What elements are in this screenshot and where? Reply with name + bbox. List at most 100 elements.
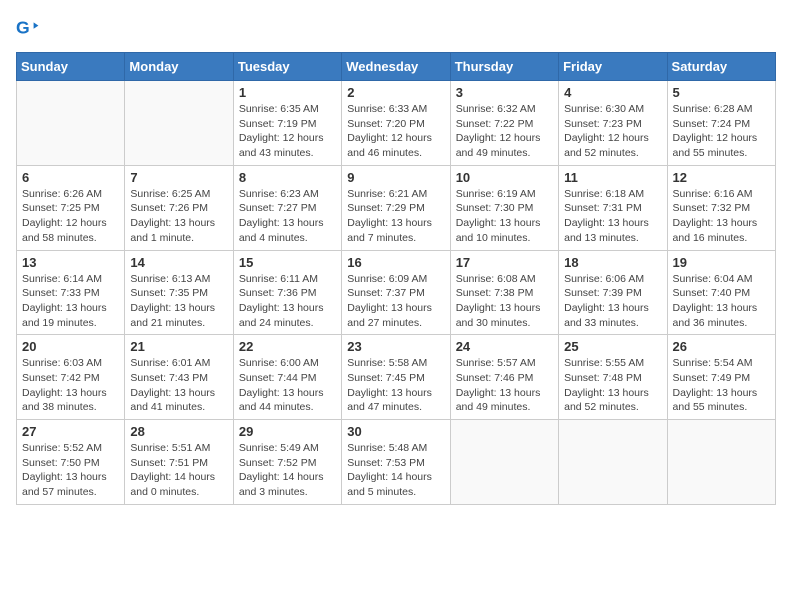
day-info: Sunrise: 5:57 AM Sunset: 7:46 PM Dayligh… bbox=[456, 356, 553, 415]
day-info: Sunrise: 6:25 AM Sunset: 7:26 PM Dayligh… bbox=[130, 187, 227, 246]
week-row-3: 13 Sunrise: 6:14 AM Sunset: 7:33 PM Dayli… bbox=[17, 250, 776, 335]
day-info: Sunrise: 6:00 AM Sunset: 7:44 PM Dayligh… bbox=[239, 356, 336, 415]
day-number: 28 bbox=[130, 424, 227, 439]
day-number: 7 bbox=[130, 170, 227, 185]
day-info: Sunrise: 6:21 AM Sunset: 7:29 PM Dayligh… bbox=[347, 187, 444, 246]
day-cell: 13 Sunrise: 6:14 AM Sunset: 7:33 PM Dayli… bbox=[17, 250, 125, 335]
day-number: 24 bbox=[456, 339, 553, 354]
day-cell bbox=[125, 81, 233, 166]
day-info: Sunrise: 5:55 AM Sunset: 7:48 PM Dayligh… bbox=[564, 356, 661, 415]
day-cell: 19 Sunrise: 6:04 AM Sunset: 7:40 PM Dayli… bbox=[667, 250, 775, 335]
day-info: Sunrise: 6:06 AM Sunset: 7:39 PM Dayligh… bbox=[564, 272, 661, 331]
day-cell: 25 Sunrise: 5:55 AM Sunset: 7:48 PM Dayli… bbox=[559, 335, 667, 420]
weekday-header-tuesday: Tuesday bbox=[233, 53, 341, 81]
day-number: 20 bbox=[22, 339, 119, 354]
svg-text:G: G bbox=[16, 18, 30, 38]
day-number: 11 bbox=[564, 170, 661, 185]
day-number: 22 bbox=[239, 339, 336, 354]
day-number: 8 bbox=[239, 170, 336, 185]
day-cell: 2Sunrise: 6:33 AM Sunset: 7:20 PM Daylig… bbox=[342, 81, 450, 166]
day-number: 3 bbox=[456, 85, 553, 100]
day-cell: 26 Sunrise: 5:54 AM Sunset: 7:49 PM Dayli… bbox=[667, 335, 775, 420]
day-number: 1 bbox=[239, 85, 336, 100]
day-cell: 3 Sunrise: 6:32 AM Sunset: 7:22 PM Daylig… bbox=[450, 81, 558, 166]
day-info: Sunrise: 6:28 AM Sunset: 7:24 PM Dayligh… bbox=[673, 102, 770, 161]
day-info: Sunrise: 6:35 AM Sunset: 7:19 PM Dayligh… bbox=[239, 102, 336, 161]
day-cell: 24 Sunrise: 5:57 AM Sunset: 7:46 PM Dayli… bbox=[450, 335, 558, 420]
day-cell: 15 Sunrise: 6:11 AM Sunset: 7:36 PM Dayli… bbox=[233, 250, 341, 335]
day-cell: 4 Sunrise: 6:30 AM Sunset: 7:23 PM Daylig… bbox=[559, 81, 667, 166]
day-info: Sunrise: 6:11 AM Sunset: 7:36 PM Dayligh… bbox=[239, 272, 336, 331]
day-number: 5 bbox=[673, 85, 770, 100]
day-cell: 9 Sunrise: 6:21 AM Sunset: 7:29 PM Daylig… bbox=[342, 165, 450, 250]
day-number: 19 bbox=[673, 255, 770, 270]
day-cell: 28 Sunrise: 5:51 AM Sunset: 7:51 PM Dayli… bbox=[125, 420, 233, 505]
day-number: 25 bbox=[564, 339, 661, 354]
day-info: Sunrise: 5:48 AM Sunset: 7:53 PM Dayligh… bbox=[347, 441, 444, 500]
day-number: 13 bbox=[22, 255, 119, 270]
day-number: 4 bbox=[564, 85, 661, 100]
day-number: 16 bbox=[347, 255, 444, 270]
day-cell bbox=[450, 420, 558, 505]
day-number: 9 bbox=[347, 170, 444, 185]
day-info: Sunrise: 6:16 AM Sunset: 7:32 PM Dayligh… bbox=[673, 187, 770, 246]
day-info: Sunrise: 6:09 AM Sunset: 7:37 PM Dayligh… bbox=[347, 272, 444, 331]
day-cell: 30 Sunrise: 5:48 AM Sunset: 7:53 PM Dayli… bbox=[342, 420, 450, 505]
day-number: 18 bbox=[564, 255, 661, 270]
day-info: Sunrise: 5:52 AM Sunset: 7:50 PM Dayligh… bbox=[22, 441, 119, 500]
day-cell: 20 Sunrise: 6:03 AM Sunset: 7:42 PM Dayli… bbox=[17, 335, 125, 420]
day-number: 12 bbox=[673, 170, 770, 185]
day-number: 15 bbox=[239, 255, 336, 270]
logo: G bbox=[16, 16, 44, 40]
day-info: Sunrise: 6:32 AM Sunset: 7:22 PM Dayligh… bbox=[456, 102, 553, 161]
weekday-header-wednesday: Wednesday bbox=[342, 53, 450, 81]
day-info: Sunrise: 6:33 AM Sunset: 7:20 PM Dayligh… bbox=[347, 102, 444, 161]
weekday-header-friday: Friday bbox=[559, 53, 667, 81]
day-info: Sunrise: 6:04 AM Sunset: 7:40 PM Dayligh… bbox=[673, 272, 770, 331]
week-row-5: 27 Sunrise: 5:52 AM Sunset: 7:50 PM Dayli… bbox=[17, 420, 776, 505]
day-number: 21 bbox=[130, 339, 227, 354]
day-number: 26 bbox=[673, 339, 770, 354]
day-info: Sunrise: 6:23 AM Sunset: 7:27 PM Dayligh… bbox=[239, 187, 336, 246]
day-cell: 22 Sunrise: 6:00 AM Sunset: 7:44 PM Dayli… bbox=[233, 335, 341, 420]
day-cell: 6Sunrise: 6:26 AM Sunset: 7:25 PM Daylig… bbox=[17, 165, 125, 250]
logo-icon: G bbox=[16, 16, 40, 40]
day-number: 29 bbox=[239, 424, 336, 439]
week-row-1: 1 Sunrise: 6:35 AM Sunset: 7:19 PM Daylig… bbox=[17, 81, 776, 166]
day-cell: 23Sunrise: 5:58 AM Sunset: 7:45 PM Dayli… bbox=[342, 335, 450, 420]
week-row-4: 20 Sunrise: 6:03 AM Sunset: 7:42 PM Dayli… bbox=[17, 335, 776, 420]
weekday-header-thursday: Thursday bbox=[450, 53, 558, 81]
day-cell: 27 Sunrise: 5:52 AM Sunset: 7:50 PM Dayli… bbox=[17, 420, 125, 505]
day-cell bbox=[559, 420, 667, 505]
day-info: Sunrise: 5:51 AM Sunset: 7:51 PM Dayligh… bbox=[130, 441, 227, 500]
day-info: Sunrise: 6:19 AM Sunset: 7:30 PM Dayligh… bbox=[456, 187, 553, 246]
day-info: Sunrise: 6:18 AM Sunset: 7:31 PM Dayligh… bbox=[564, 187, 661, 246]
week-row-2: 6Sunrise: 6:26 AM Sunset: 7:25 PM Daylig… bbox=[17, 165, 776, 250]
day-cell: 11 Sunrise: 6:18 AM Sunset: 7:31 PM Dayli… bbox=[559, 165, 667, 250]
weekday-header-sunday: Sunday bbox=[17, 53, 125, 81]
day-cell bbox=[17, 81, 125, 166]
day-cell: 12 Sunrise: 6:16 AM Sunset: 7:32 PM Dayli… bbox=[667, 165, 775, 250]
day-cell: 21Sunrise: 6:01 AM Sunset: 7:43 PM Dayli… bbox=[125, 335, 233, 420]
day-number: 6 bbox=[22, 170, 119, 185]
day-info: Sunrise: 6:03 AM Sunset: 7:42 PM Dayligh… bbox=[22, 356, 119, 415]
calendar-table: SundayMondayTuesdayWednesdayThursdayFrid… bbox=[16, 52, 776, 505]
day-info: Sunrise: 5:54 AM Sunset: 7:49 PM Dayligh… bbox=[673, 356, 770, 415]
day-info: Sunrise: 5:49 AM Sunset: 7:52 PM Dayligh… bbox=[239, 441, 336, 500]
day-number: 30 bbox=[347, 424, 444, 439]
day-cell: 8 Sunrise: 6:23 AM Sunset: 7:27 PM Daylig… bbox=[233, 165, 341, 250]
day-number: 27 bbox=[22, 424, 119, 439]
day-info: Sunrise: 5:58 AM Sunset: 7:45 PM Dayligh… bbox=[347, 356, 444, 415]
weekday-header-saturday: Saturday bbox=[667, 53, 775, 81]
day-info: Sunrise: 6:14 AM Sunset: 7:33 PM Dayligh… bbox=[22, 272, 119, 331]
day-number: 17 bbox=[456, 255, 553, 270]
page-header: G bbox=[16, 16, 776, 40]
day-info: Sunrise: 6:30 AM Sunset: 7:23 PM Dayligh… bbox=[564, 102, 661, 161]
weekday-header-monday: Monday bbox=[125, 53, 233, 81]
day-cell: 5 Sunrise: 6:28 AM Sunset: 7:24 PM Daylig… bbox=[667, 81, 775, 166]
day-info: Sunrise: 6:13 AM Sunset: 7:35 PM Dayligh… bbox=[130, 272, 227, 331]
day-cell: 7 Sunrise: 6:25 AM Sunset: 7:26 PM Daylig… bbox=[125, 165, 233, 250]
day-cell: 17 Sunrise: 6:08 AM Sunset: 7:38 PM Dayli… bbox=[450, 250, 558, 335]
day-info: Sunrise: 6:08 AM Sunset: 7:38 PM Dayligh… bbox=[456, 272, 553, 331]
day-cell: 16 Sunrise: 6:09 AM Sunset: 7:37 PM Dayli… bbox=[342, 250, 450, 335]
